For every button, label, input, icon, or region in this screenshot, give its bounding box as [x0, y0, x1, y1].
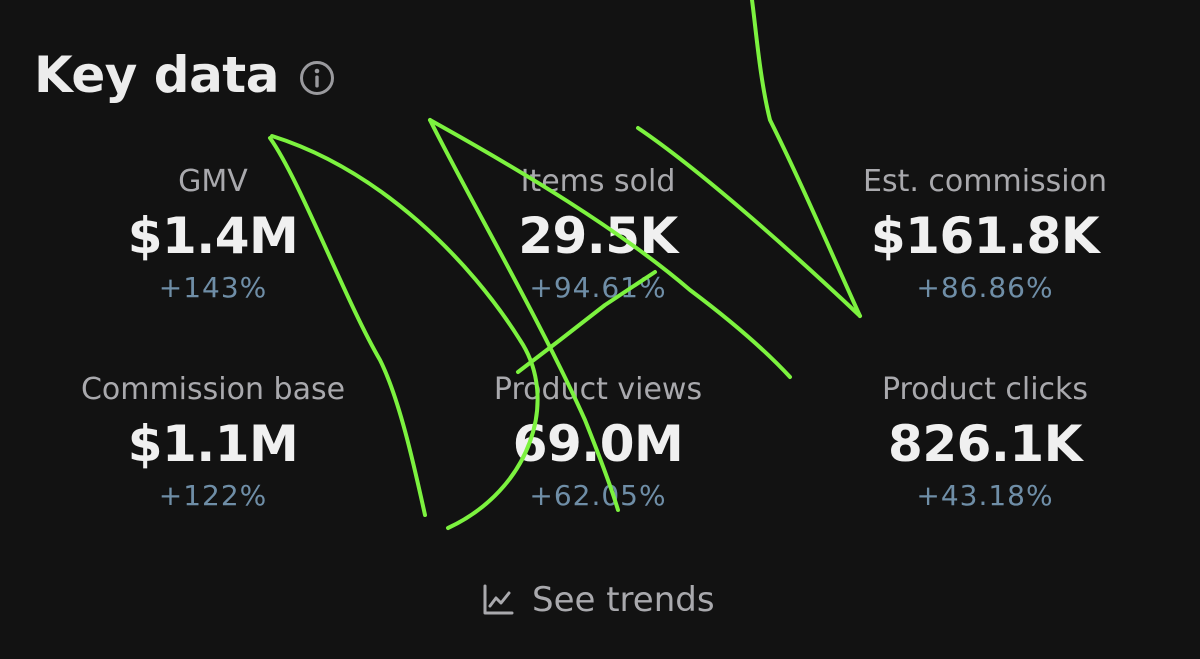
metric-value: $1.4M [127, 207, 299, 265]
metric-value: 29.5K [518, 207, 678, 265]
metric-change: +86.86% [916, 271, 1054, 304]
metric-est-commission[interactable]: Est. commission $161.8K +86.86% [805, 160, 1165, 308]
metric-change: +122% [158, 479, 268, 512]
metric-product-views[interactable]: Product views 69.0M +62.05% [418, 368, 778, 516]
metric-change: +143% [158, 271, 268, 304]
see-trends-label: See trends [532, 580, 715, 620]
line-chart-icon [482, 584, 514, 616]
metric-commission-base[interactable]: Commission base $1.1M +122% [33, 368, 393, 516]
metric-gmv[interactable]: GMV $1.4M +143% [33, 160, 393, 308]
metric-value: $161.8K [870, 207, 1100, 265]
metric-label: Est. commission [862, 164, 1107, 199]
metric-label: GMV [178, 164, 248, 199]
metric-label: Product views [493, 372, 703, 407]
info-icon[interactable] [299, 60, 335, 96]
metric-items-sold[interactable]: Items sold 29.5K +94.61% [418, 160, 778, 308]
metric-change: +43.18% [916, 479, 1054, 512]
metric-label: Items sold [520, 164, 676, 199]
metric-label: Commission base [80, 372, 346, 407]
metric-label: Product clicks [881, 372, 1089, 407]
page-title: Key data [34, 46, 279, 104]
metric-product-clicks[interactable]: Product clicks 826.1K +43.18% [805, 368, 1165, 516]
metric-change: +62.05% [529, 479, 667, 512]
metric-value: $1.1M [127, 415, 299, 473]
metric-value: 826.1K [888, 415, 1082, 473]
key-data-header: Key data [34, 50, 335, 100]
metric-value: 69.0M [512, 415, 684, 473]
metric-change: +94.61% [529, 271, 667, 304]
see-trends-button[interactable]: See trends [482, 578, 715, 622]
